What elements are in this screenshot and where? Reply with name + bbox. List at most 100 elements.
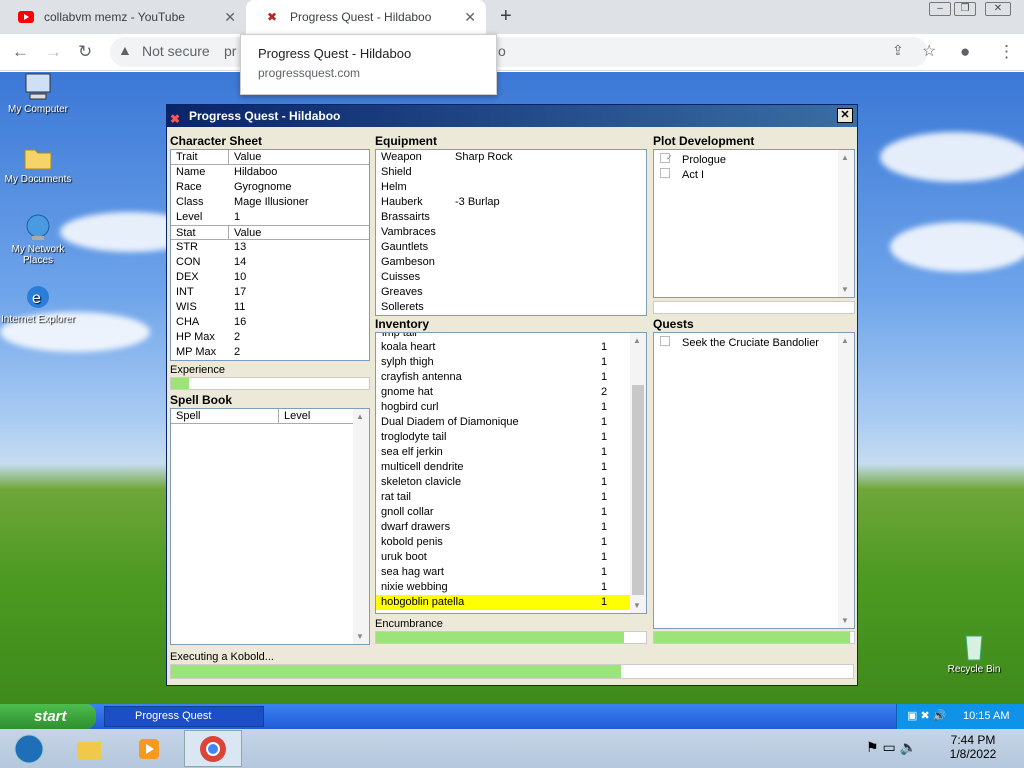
- trait-row: Race Gyrognome: [171, 180, 369, 195]
- list-item[interactable]: multicell dendrite 1: [376, 460, 646, 475]
- restore-button[interactable]: ❐: [954, 2, 976, 16]
- internet-explorer-icon: e: [22, 282, 54, 312]
- spell-scrollbar[interactable]: ▲ ▼: [353, 409, 369, 644]
- quests-heading: Quests: [653, 317, 694, 331]
- host-clock: 7:44 PM 1/8/2022: [940, 733, 1006, 761]
- list-item[interactable]: Dual Diadem of Diamonique 1: [376, 415, 646, 430]
- folder-icon: [22, 142, 54, 172]
- stat-row-key: CHA: [176, 316, 200, 328]
- new-tab-button[interactable]: +: [500, 5, 512, 28]
- item-qty: 1: [601, 461, 608, 473]
- inventory-scrollbar[interactable]: ▲ ▼: [630, 333, 646, 613]
- list-item[interactable]: hogbird curl 1: [376, 400, 646, 415]
- scrollbar-thumb[interactable]: [632, 385, 644, 595]
- stat-row-key: MP Max: [176, 346, 217, 358]
- media-player-icon[interactable]: [120, 730, 178, 767]
- quests-scrollbar[interactable]: ▲ ▼: [838, 333, 854, 628]
- taskbar-progress-quest[interactable]: Progress Quest: [104, 706, 264, 727]
- equipment-row-value: [450, 165, 646, 180]
- list-item[interactable]: hobgoblin patella 1: [376, 595, 630, 610]
- profile-icon[interactable]: ●: [960, 42, 970, 62]
- stat-row-value: 11: [234, 301, 246, 313]
- explorer-icon[interactable]: [60, 730, 118, 767]
- progress-quest-icon: ✖: [266, 10, 278, 24]
- close-tab-icon[interactable]: ✕: [224, 9, 236, 26]
- close-window-button[interactable]: ✕: [985, 2, 1011, 16]
- equipment-row: Hauberk -3 Burlap: [376, 195, 646, 210]
- list-item[interactable]: koala heart 1: [376, 340, 646, 355]
- checklist-item[interactable]: Seek the Cruciate Bandolier: [654, 336, 854, 351]
- list-item[interactable]: gnome hat 2: [376, 385, 646, 400]
- trait-column-header: Trait: [171, 150, 229, 164]
- back-icon[interactable]: ←: [12, 42, 29, 62]
- list-item[interactable]: troglodyte tail 1: [376, 430, 646, 445]
- list-item[interactable]: gnoll collar 1: [376, 505, 646, 520]
- list-item[interactable]: kobold penis 1: [376, 535, 646, 550]
- list-item[interactable]: imp tail: [376, 333, 646, 340]
- recycle-bin-shortcut[interactable]: Recycle Bin: [936, 632, 1012, 675]
- chrome-icon[interactable]: [184, 730, 242, 767]
- url-text-tail: o: [498, 43, 506, 59]
- host-taskbar: ⚑ ▭ 🔈 7:44 PM 1/8/2022: [0, 729, 1024, 768]
- encumbrance-fill: [376, 632, 625, 643]
- reload-icon[interactable]: ↻: [78, 42, 92, 62]
- equipment-row-key: Gambeson: [381, 256, 435, 268]
- forward-icon[interactable]: →: [45, 42, 62, 62]
- list-item[interactable]: nixie webbing 1: [376, 580, 646, 595]
- item-qty: 1: [601, 506, 608, 518]
- minimize-button[interactable]: –: [929, 2, 951, 16]
- list-item[interactable]: crayfish antenna 1: [376, 370, 646, 385]
- item-qty: 1: [601, 371, 608, 383]
- list-item[interactable]: sylph thigh 1: [376, 355, 646, 370]
- item-name: Dual Diadem of Diamonique: [381, 416, 519, 428]
- stat-row: STR 13: [171, 240, 369, 255]
- item-name: uruk boot: [381, 551, 427, 563]
- stat-row-key: STR: [176, 241, 198, 253]
- plot-scrollbar[interactable]: ▲ ▼: [838, 150, 854, 297]
- address-bar[interactable]: ▲ Not secure pr o ⇪ ☆: [110, 37, 936, 67]
- trait-row-key: Race: [176, 181, 202, 193]
- task-progress-bar: [170, 664, 854, 679]
- inventory-panel: imp tail koala heart 1 sylph thigh 1 crayfis…: [375, 332, 647, 614]
- item-qty: 1: [601, 416, 608, 428]
- list-item[interactable]: rat tail 1: [376, 490, 646, 505]
- item-name: multicell dendrite: [381, 461, 464, 473]
- item-qty: 1: [601, 431, 608, 443]
- share-icon[interactable]: ⇪: [892, 42, 904, 59]
- start-button[interactable]: start: [0, 704, 96, 729]
- stat-row-key: CON: [176, 256, 201, 268]
- item-name: gnoll collar: [381, 506, 434, 518]
- internet-explorer-shortcut[interactable]: e Internet Explorer: [0, 282, 76, 325]
- list-item[interactable]: dwarf drawers 1: [376, 520, 646, 535]
- tab-youtube[interactable]: collabvm memz - YouTube ✕: [0, 0, 246, 34]
- close-button[interactable]: ✕: [837, 108, 853, 123]
- trait-row-key: Level: [176, 211, 203, 223]
- list-item[interactable]: sea elf jerkin 1: [376, 445, 646, 460]
- equipment-row-value: [450, 240, 646, 255]
- stat-row: DEX 10: [171, 270, 369, 285]
- stat-row-value: 10: [234, 271, 247, 283]
- my-network-shortcut[interactable]: My Network Places: [0, 212, 76, 266]
- list-item[interactable]: uruk boot 1: [376, 550, 646, 565]
- equipment-row-key: Weapon: [381, 151, 422, 163]
- bookmark-star-icon[interactable]: ☆: [922, 41, 936, 61]
- list-item[interactable]: skeleton clavicle 1: [376, 475, 646, 490]
- windows-start-orb-icon[interactable]: [0, 730, 58, 767]
- checklist-item[interactable]: Act I: [654, 168, 854, 183]
- my-computer-shortcut[interactable]: My Computer: [0, 72, 76, 115]
- equipment-panel: Weapon Sharp Rock Shield Helm Hauberk -3 Burl…: [375, 149, 647, 316]
- checklist-label: Prologue: [682, 154, 727, 166]
- window-title: Progress Quest - Hildaboo: [189, 109, 341, 123]
- my-documents-shortcut[interactable]: My Documents: [0, 142, 76, 185]
- window-title-bar[interactable]: ✖ Progress Quest - Hildaboo ✕: [167, 105, 857, 127]
- tab-progress-quest[interactable]: ✖ Progress Quest - Hildaboo ✕: [246, 0, 486, 34]
- close-tab-icon[interactable]: ✕: [464, 9, 476, 26]
- experience-fill: [171, 378, 189, 389]
- equipment-row-value: [450, 300, 646, 315]
- progress-quest-window: ✖ Progress Quest - Hildaboo ✕ Character …: [166, 104, 858, 686]
- icon-label: Recycle Bin: [947, 664, 1001, 675]
- menu-icon[interactable]: ⋮: [998, 42, 1015, 62]
- checklist-item[interactable]: ✓ Prologue: [654, 153, 854, 168]
- item-name: nixie webbing: [381, 581, 448, 593]
- list-item[interactable]: sea hag wart 1: [376, 565, 646, 580]
